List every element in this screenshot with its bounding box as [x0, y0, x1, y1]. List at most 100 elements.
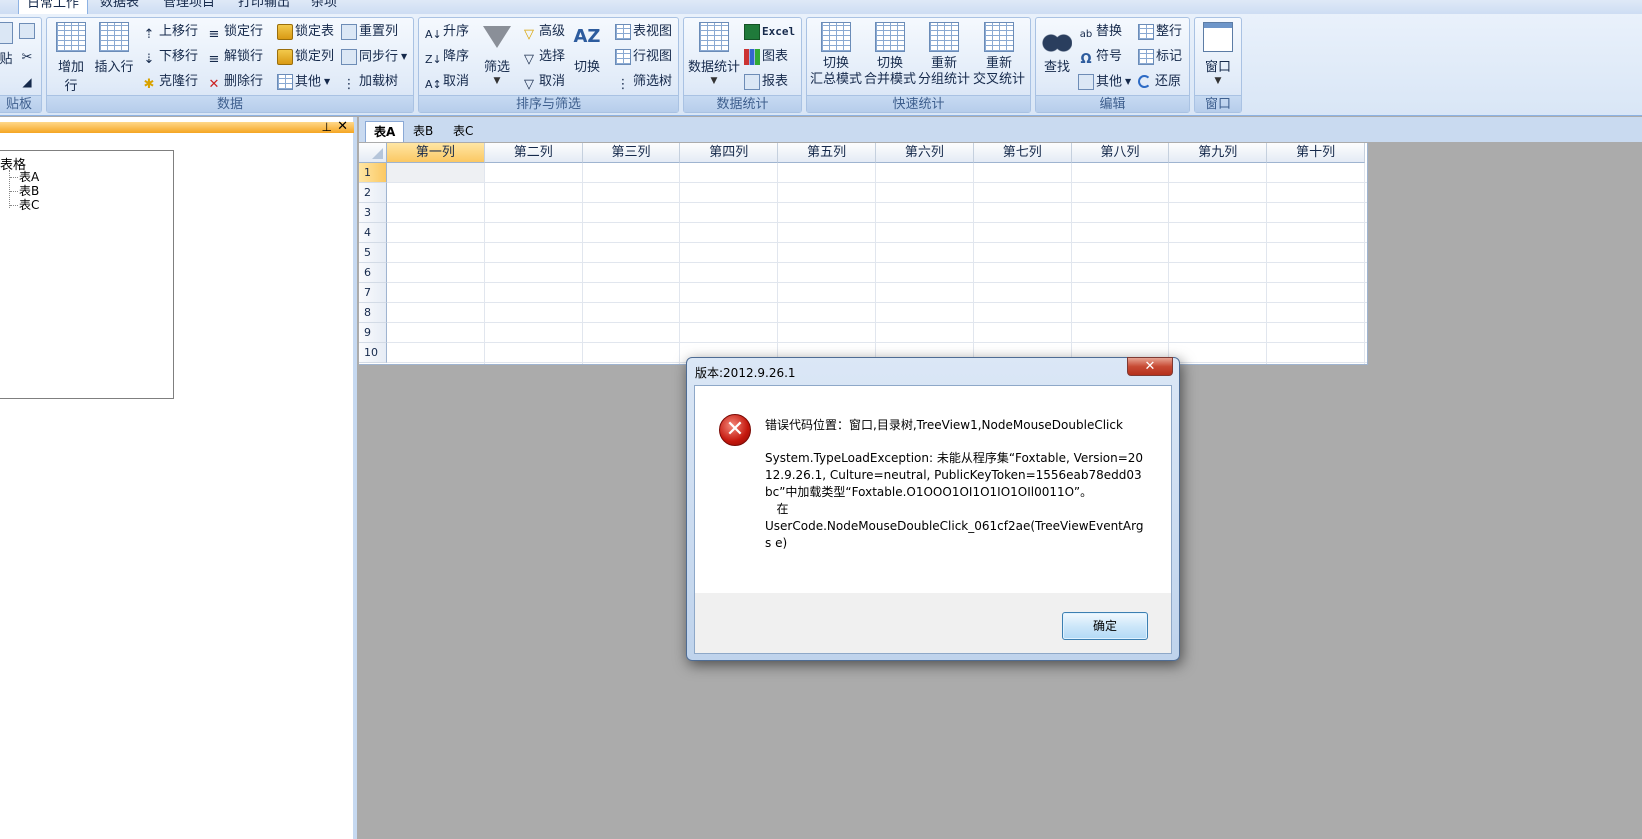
column-header[interactable]: 第三列 — [582, 143, 681, 163]
selected-cell[interactable] — [387, 163, 484, 183]
restore-button[interactable]: 还原 — [1138, 71, 1181, 93]
row-gridline — [387, 222, 1367, 223]
column-header[interactable]: 第六列 — [876, 143, 974, 163]
cancel-filter-button[interactable]: ▽ 取消 — [521, 71, 565, 93]
window-button[interactable]: 窗口 ▼ — [1199, 22, 1237, 87]
mark-icon — [1138, 48, 1154, 65]
move-down-button[interactable]: ⇣ 下移行 — [141, 46, 198, 68]
load-tree-button[interactable]: ⋮ 加载树 — [341, 71, 399, 93]
lock-column-button[interactable]: 锁定列 — [277, 46, 334, 68]
find-button[interactable]: 查找 — [1040, 22, 1074, 75]
advanced-filter-label: 高级 — [539, 24, 566, 39]
unlock-row-button[interactable]: ≡ 解锁行 — [206, 46, 263, 68]
chart-icon — [744, 48, 760, 65]
row-header[interactable]: 9 — [359, 323, 387, 343]
column-header[interactable]: 第二列 — [484, 143, 583, 163]
switch-sort-button[interactable]: AZ 切换 — [571, 22, 603, 75]
row-header[interactable]: 3 — [359, 203, 387, 223]
column-header[interactable]: 第四列 — [680, 143, 779, 163]
sort-desc-button[interactable]: Z↓降序 — [425, 46, 469, 68]
filter-button[interactable]: 筛选 ▼ — [481, 22, 513, 87]
reset-column-button[interactable]: 重置列 — [341, 21, 398, 43]
sheet-tab-table-a[interactable]: 表A — [365, 121, 405, 142]
table-view-button[interactable]: 表视图 — [615, 21, 672, 43]
pin-icon[interactable]: ⊥ — [322, 120, 332, 134]
sort-cancel-icon: A↕ — [425, 77, 442, 91]
replace-icon: ab — [1079, 28, 1093, 40]
scissors-icon: ✂ — [21, 49, 33, 65]
paste-button[interactable]: 贴 — [0, 22, 15, 67]
funnel-icon — [483, 26, 511, 48]
excel-button[interactable]: Excel — [744, 21, 795, 43]
load-tree-label: 加载树 — [359, 74, 399, 89]
move-up-button[interactable]: ⇡ 上移行 — [141, 21, 198, 43]
sync-step-button[interactable]: 同步行 ▼ — [341, 46, 407, 68]
dialog-close-button[interactable]: ✕ — [1127, 357, 1173, 376]
column-header[interactable]: 第一列 — [387, 143, 485, 163]
column-gridline — [581, 163, 583, 364]
column-header[interactable]: 第七列 — [973, 143, 1072, 163]
select-filter-button[interactable]: ▽ 选择 — [521, 46, 565, 68]
sort-asc-label: 升序 — [443, 24, 470, 39]
regroup-stats-button[interactable]: 重新 分组统计 — [918, 22, 970, 88]
sort-asc-button[interactable]: A↓升序 — [425, 21, 469, 43]
edit-other-button[interactable]: 其他 ▼ — [1078, 71, 1131, 93]
delete-row-button[interactable]: ✕ 删除行 — [206, 71, 263, 93]
row-header[interactable]: 10 — [359, 343, 387, 363]
format-painter-button[interactable]: ◢ — [19, 68, 37, 90]
data-grid[interactable]: 第一列 第二列 第三列 第四列 第五列 第六列 第七列 第八列 第九列 第十列 123456789… — [359, 143, 1368, 365]
row-header[interactable]: 1 — [359, 163, 387, 183]
data-other-button[interactable]: 其他 ▼ — [277, 71, 330, 93]
row-header[interactable]: 8 — [359, 303, 387, 323]
sheet-tab-table-c[interactable]: 表C — [445, 121, 481, 142]
cut-button[interactable]: ✂ — [19, 44, 37, 66]
filter-tree-button[interactable]: ⋮ 筛选树 — [615, 71, 673, 93]
clone-row-icon: ✱ — [143, 76, 155, 92]
row-header[interactable]: 6 — [359, 263, 387, 283]
menu-tab-manage-project[interactable]: 管理项目 — [155, 0, 223, 14]
insert-row-button[interactable]: 插入行 — [94, 22, 134, 75]
lock-row-button[interactable]: ≡ 锁定行 — [206, 21, 263, 43]
paste-icon — [0, 22, 13, 44]
column-header[interactable]: 第八列 — [1071, 143, 1170, 163]
recross-stats-button[interactable]: 重新 交叉统计 — [972, 22, 1026, 88]
column-header[interactable]: 第五列 — [778, 143, 876, 163]
copy-button[interactable] — [19, 20, 37, 42]
column-header[interactable]: 第九列 — [1169, 143, 1268, 163]
close-panel-icon[interactable]: ✕ — [337, 120, 348, 134]
switch-merge-button[interactable]: 切换 合并模式 — [864, 22, 916, 88]
menu-tab-datatable[interactable]: 数据表 — [92, 0, 147, 14]
data-stats-button[interactable]: 数据统计 ▼ — [688, 22, 740, 87]
ok-button[interactable]: 确定 — [1062, 612, 1148, 640]
arrange-button[interactable]: 整行 — [1138, 21, 1182, 43]
row-header[interactable]: 2 — [359, 183, 387, 203]
tree-view[interactable]: 表格 表A 表B 表C — [0, 150, 174, 399]
sort-desc-icon: Z↓ — [425, 52, 442, 66]
column-header[interactable]: 第十列 — [1267, 143, 1365, 163]
replace-button[interactable]: ab 替换 — [1078, 21, 1122, 43]
add-row-label: 增加行 — [57, 60, 84, 94]
column-gridline — [1070, 163, 1072, 364]
switch-sort-label: 切换 — [573, 60, 600, 75]
menu-tab-misc[interactable]: 杂项 — [303, 0, 345, 14]
advanced-filter-button[interactable]: ▽ 高级 — [521, 21, 565, 43]
add-row-button[interactable]: 增加行 ▼ — [52, 22, 90, 106]
arrange-label: 整行 — [1156, 24, 1183, 39]
chart-button[interactable]: 图表 — [744, 46, 788, 68]
sheet-tab-table-b[interactable]: 表B — [405, 121, 441, 142]
lock-table-button[interactable]: 锁定表 — [277, 21, 334, 43]
clone-row-button[interactable]: ✱ 克隆行 — [141, 71, 198, 93]
menu-tab-daily-work[interactable]: 日常工作 — [18, 0, 89, 14]
row-header[interactable]: 5 — [359, 243, 387, 263]
row-view-button[interactable]: 行视图 — [615, 46, 672, 68]
mark-button[interactable]: 标记 — [1138, 46, 1182, 68]
switch-summary-button[interactable]: 切换 汇总模式 — [810, 22, 862, 88]
symbol-button[interactable]: Ω 符号 — [1078, 46, 1122, 68]
row-header[interactable]: 4 — [359, 223, 387, 243]
menu-tab-print-output[interactable]: 打印输出 — [230, 0, 298, 14]
row-header[interactable]: 7 — [359, 283, 387, 303]
report-button[interactable]: 报表 — [744, 71, 788, 93]
tree-node-table-c[interactable]: 表C — [10, 196, 39, 213]
sort-cancel-button[interactable]: A↕取消 — [425, 71, 469, 93]
grid-corner[interactable] — [359, 143, 387, 163]
